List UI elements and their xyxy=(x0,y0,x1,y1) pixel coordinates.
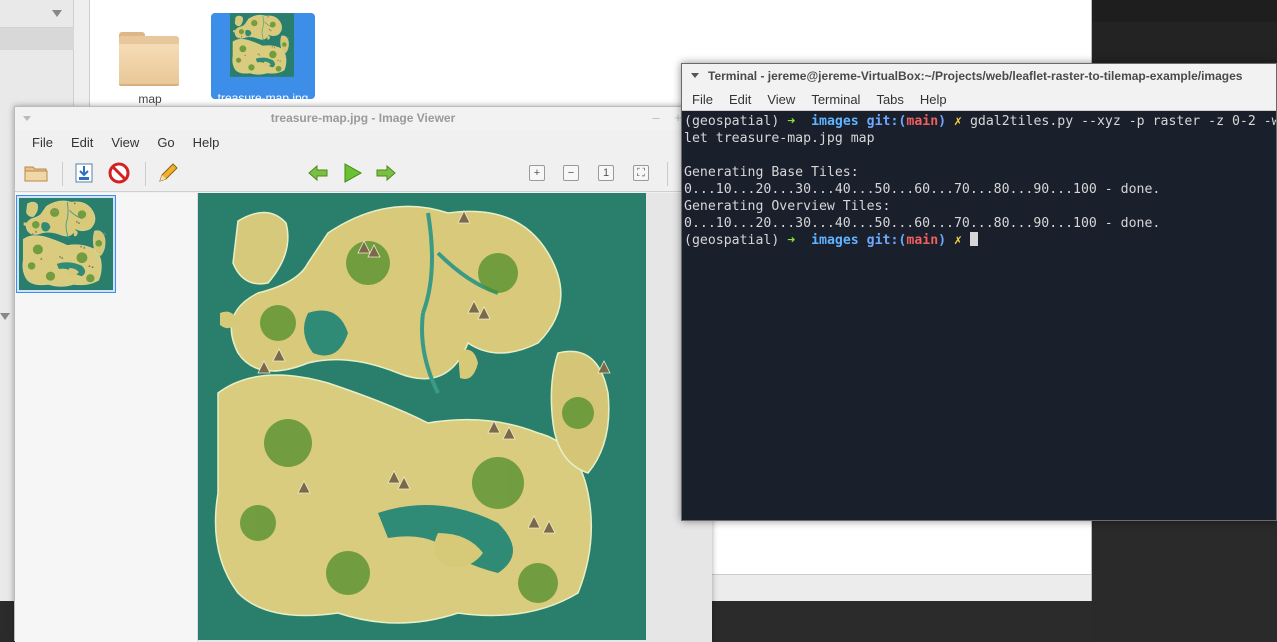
prompt-branch: main xyxy=(906,114,938,129)
menu-bar: File Edit View Go Help xyxy=(15,130,711,154)
window-menu-icon[interactable] xyxy=(691,73,699,78)
prompt-git-close: ) xyxy=(938,233,946,248)
open-button[interactable] xyxy=(23,160,49,186)
prompt-env: (geospatial) xyxy=(684,233,779,248)
prompt-git: git:( xyxy=(867,233,907,248)
prompt-arrow: ➜ xyxy=(787,114,795,129)
prompt-env: (geospatial) xyxy=(684,114,779,129)
prompt-git: git:( xyxy=(867,114,907,129)
terminal-line: (geospatial) ➜ images git:(main) ✗ xyxy=(684,232,1276,249)
menu-file[interactable]: File xyxy=(23,135,62,150)
slideshow-button[interactable] xyxy=(339,160,365,186)
terminal-line: (geospatial) ➜ images git:(main) ✗ gdal2… xyxy=(684,113,1276,130)
terminal-line: let treasure-map.jpg map xyxy=(684,130,1276,147)
menu-bar: File Edit View Terminal Tabs Help xyxy=(682,88,1276,111)
prompt-dirty: ✗ xyxy=(954,233,962,248)
menu-help[interactable]: Help xyxy=(912,92,955,107)
sidebar-row[interactable] xyxy=(0,0,74,28)
save-icon xyxy=(74,162,94,184)
zoom-fit-button[interactable]: ⛶ xyxy=(633,165,649,181)
desktop-band-top xyxy=(1092,0,1277,22)
menu-edit[interactable]: Edit xyxy=(62,135,102,150)
chevron-down-icon[interactable] xyxy=(0,313,10,320)
prompt-branch: main xyxy=(906,233,938,248)
folder-open-icon xyxy=(24,163,48,183)
file-item-label: map xyxy=(98,92,202,106)
terminal-line: 0...10...20...30...40...50...60...70...8… xyxy=(684,215,1276,232)
menu-help[interactable]: Help xyxy=(184,135,229,150)
arrow-right-icon xyxy=(375,163,397,183)
window-titlebar[interactable]: Terminal - jereme@jereme-VirtualBox:~/Pr… xyxy=(682,64,1276,88)
play-icon xyxy=(341,162,363,184)
image-thumbnail xyxy=(19,198,113,290)
previous-button[interactable] xyxy=(305,160,331,186)
menu-file[interactable]: File xyxy=(684,92,721,107)
file-item-label: treasure-map.jpg xyxy=(211,91,315,105)
thumbnail-pane[interactable] xyxy=(15,193,198,642)
window-title: Terminal - jereme@jereme-VirtualBox:~/Pr… xyxy=(708,69,1242,83)
save-button[interactable] xyxy=(71,160,97,186)
zoom-in-button[interactable]: + xyxy=(529,165,545,181)
menu-view[interactable]: View xyxy=(102,135,148,150)
terminal-line: Generating Overview Tiles: xyxy=(684,198,1276,215)
menu-tabs[interactable]: Tabs xyxy=(868,92,911,107)
window-menu-icon[interactable] xyxy=(23,116,31,121)
edit-button[interactable] xyxy=(155,160,181,186)
prompt-arrow: ➜ xyxy=(787,233,795,248)
terminal-cursor xyxy=(970,232,978,246)
delete-icon xyxy=(108,162,130,184)
chevron-down-icon[interactable] xyxy=(52,10,62,17)
prompt-git-close: ) xyxy=(938,114,946,129)
window-titlebar[interactable]: treasure-map.jpg - Image Viewer – + xyxy=(15,107,711,130)
pencil-icon xyxy=(157,162,179,184)
terminal-line: 0...10...20...30...40...50...60...70...8… xyxy=(684,181,1276,198)
prompt-dirty: ✗ xyxy=(954,114,962,129)
command-text: gdal2tiles.py --xyz -p raster -z 0-2 -w xyxy=(970,114,1276,129)
zoom-out-button[interactable]: − xyxy=(563,165,579,181)
next-button[interactable] xyxy=(373,160,399,186)
zoom-normal-button[interactable]: 1 xyxy=(598,165,614,181)
file-item-treasure-map[interactable]: treasure-map.jpg xyxy=(211,13,315,99)
treasure-map-image xyxy=(198,193,646,640)
thumbnail-selected[interactable] xyxy=(16,195,116,293)
menu-view[interactable]: View xyxy=(759,92,803,107)
image-thumbnail xyxy=(230,13,294,77)
menu-terminal[interactable]: Terminal xyxy=(803,92,868,107)
sidebar-row-selected[interactable] xyxy=(0,28,74,50)
image-display[interactable] xyxy=(198,193,712,642)
terminal-line xyxy=(684,147,1276,164)
terminal-output[interactable]: (geospatial) ➜ images git:(main) ✗ gdal2… xyxy=(684,113,1276,519)
file-item-map-folder[interactable]: map xyxy=(98,14,202,100)
window-title: treasure-map.jpg - Image Viewer xyxy=(271,111,456,125)
menu-edit[interactable]: Edit xyxy=(721,92,759,107)
delete-button[interactable] xyxy=(106,160,132,186)
menu-go[interactable]: Go xyxy=(148,135,183,150)
image-viewer-window: treasure-map.jpg - Image Viewer – + File… xyxy=(14,106,712,641)
toolbar: + − 1 ⛶ xyxy=(15,154,711,192)
arrow-left-icon xyxy=(307,163,329,183)
desktop-band xyxy=(1092,22,1277,62)
prompt-dir: images xyxy=(811,114,859,129)
prompt-dir: images xyxy=(811,233,859,248)
minimize-icon[interactable]: – xyxy=(649,111,663,125)
terminal-line: Generating Base Tiles: xyxy=(684,164,1276,181)
terminal-window: Terminal - jereme@jereme-VirtualBox:~/Pr… xyxy=(681,63,1277,521)
